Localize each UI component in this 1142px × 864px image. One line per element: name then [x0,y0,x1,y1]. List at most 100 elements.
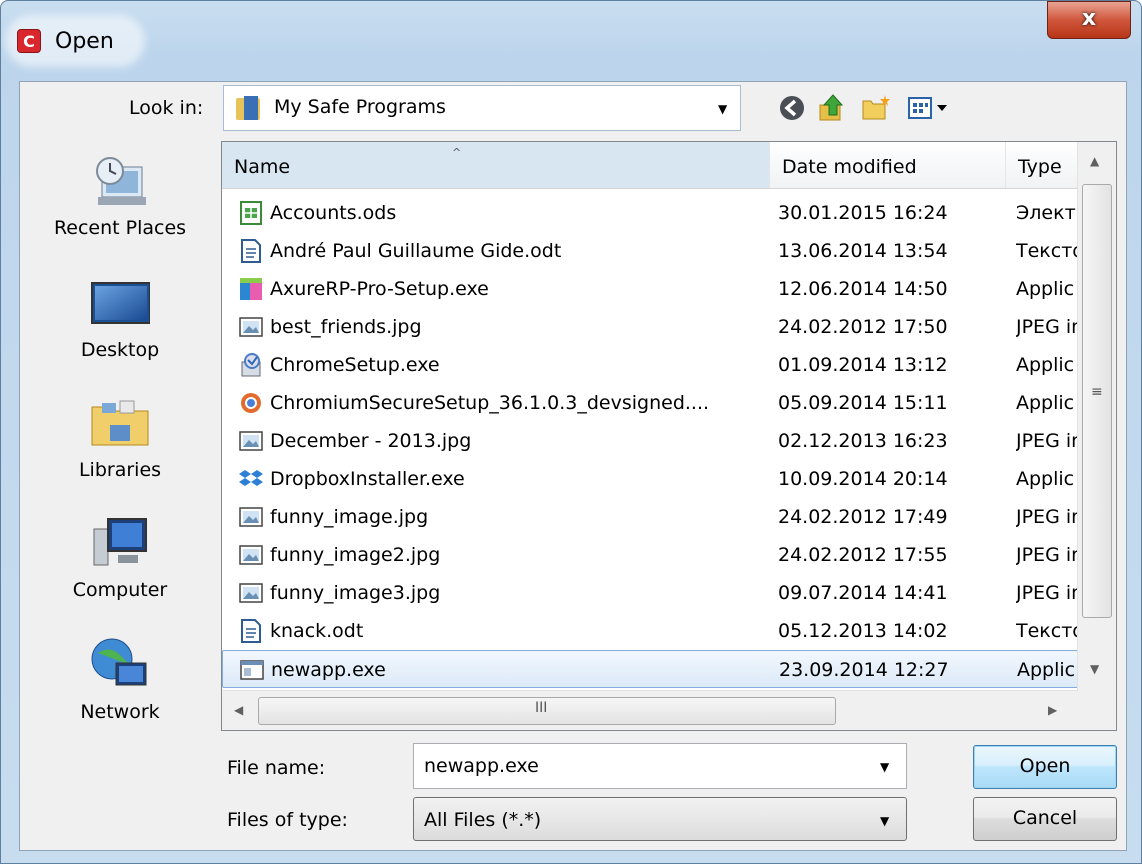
dropbox-icon [238,466,264,492]
file-row[interactable]: funny_image.jpg 24.02.2012 17:49 JPEG ir [222,498,1078,536]
chevron-down-icon[interactable]: ▼ [880,814,889,828]
file-row[interactable]: December - 2013.jpg 02.12.2013 16:23 JPEG … [222,422,1078,460]
file-date-cell: 23.09.2014 12:27 [779,659,949,681]
place-recent-places[interactable]: Recent Places [31,151,209,239]
file-name-cell: ChromiumSecureSetup_36.1.0.3_devsigned..… [270,392,710,414]
chevron-down-icon[interactable]: ▼ [718,102,727,116]
installer-icon [238,352,264,378]
file-date-cell: 24.02.2012 17:50 [778,316,948,338]
file-type-cell: JPEG ir [1016,582,1078,604]
look-in-combo[interactable]: My Safe Programs ▼ [223,85,741,131]
file-name-cell: newapp.exe [271,659,386,681]
window-title: Open [55,29,114,54]
column-date-header[interactable]: Date modified [770,142,1006,188]
scroll-corner [1078,690,1116,730]
grip-icon: III [535,700,548,716]
file-row[interactable]: DropboxInstaller.exe 10.09.2014 20:14 Appl… [222,460,1078,498]
folder-icon [236,96,262,120]
image-file-icon [238,314,264,340]
file-date-cell: 09.07.2014 14:41 [778,582,948,604]
libraries-icon [90,393,150,453]
file-date-cell: 24.02.2012 17:49 [778,506,948,528]
file-row[interactable]: Accounts.ods 30.01.2015 16:24 Электр [222,194,1078,232]
place-libraries[interactable]: Libraries [31,393,209,481]
spreadsheet-icon [238,200,264,226]
image-file-icon [238,428,264,454]
file-type-value: All Files (*.*) [424,809,542,831]
file-type-cell: Applic [1016,278,1075,300]
place-network[interactable]: Network [31,635,209,723]
scroll-right-icon[interactable]: ▶ [1048,703,1057,717]
scroll-up-icon[interactable]: ▲ [1090,154,1099,168]
file-row[interactable]: funny_image3.jpg 09.07.2014 14:41 JPEG ir [222,574,1078,612]
horizontal-scroll-thumb[interactable]: III [258,697,836,725]
scroll-left-icon[interactable]: ◀ [234,703,243,717]
application-icon [239,657,265,683]
place-label: Network [80,701,160,723]
file-name-cell: AxureRP-Pro-Setup.exe [270,278,489,300]
network-icon [90,635,150,695]
new-folder-icon[interactable] [861,93,891,123]
app-icon: C [17,29,41,53]
file-type-cell: Электр [1016,202,1078,224]
back-icon[interactable] [777,93,807,123]
place-label: Libraries [78,459,162,481]
file-row[interactable]: ChromeSetup.exe 01.09.2014 13:12 Applic [222,346,1078,384]
file-type-cell: JPEG ir [1016,544,1078,566]
file-name-cell: December - 2013.jpg [270,430,472,452]
chevron-down-icon[interactable]: ▼ [880,760,889,774]
view-menu-icon[interactable] [905,93,961,123]
file-date-cell: 10.09.2014 20:14 [778,468,948,490]
up-folder-icon[interactable] [817,93,847,123]
close-button[interactable]: x [1047,1,1131,39]
file-row[interactable]: ChromiumSecureSetup_36.1.0.3_devsigned..… [222,384,1078,422]
file-type-cell: Applic [1016,392,1075,414]
text-document-icon [238,618,264,644]
look-in-label: Look in: [129,97,204,119]
file-date-cell: 01.09.2014 13:12 [778,354,948,376]
file-row[interactable]: André Paul Guillaume Gide.odt 13.06.2014 … [222,232,1078,270]
horizontal-scrollbar[interactable]: ◀ III ▶ [222,690,1078,730]
desktop-icon [90,273,151,333]
computer-icon [90,513,150,573]
file-row[interactable]: AxureRP-Pro-Setup.exe 12.06.2014 14:50 App… [222,270,1078,308]
file-date-cell: 24.02.2012 17:55 [778,544,948,566]
grip-icon: ≡ [1091,384,1103,400]
file-name-field[interactable]: newapp.exe ▼ [413,743,907,789]
place-computer[interactable]: Computer [31,513,209,601]
axure-installer-icon [238,276,264,302]
place-label: Recent Places [53,217,187,239]
look-in-value: My Safe Programs [274,96,446,118]
places-bar: Recent Places Desktop Libraries Computer… [31,139,209,759]
file-row[interactable]: funny_image2.jpg 24.02.2012 17:55 JPEG ir [222,536,1078,574]
recent-places-icon [90,151,150,211]
file-name-cell: funny_image.jpg [270,506,429,528]
file-name-value: newapp.exe [424,755,539,777]
cancel-button[interactable]: Cancel [973,797,1117,841]
file-row[interactable]: best_friends.jpg 24.02.2012 17:50 JPEG ir [222,308,1078,346]
file-name-cell: André Paul Guillaume Gide.odt [270,240,562,262]
file-type-select[interactable]: All Files (*.*) ▼ [413,797,907,841]
file-list[interactable]: Name ^ Date modified Type Accounts.ods 30… [221,141,1117,731]
scroll-down-icon[interactable]: ▼ [1090,662,1099,676]
place-desktop[interactable]: Desktop [31,273,209,361]
file-name-cell: funny_image2.jpg [270,544,441,566]
file-row[interactable]: knack.odt 05.12.2013 14:02 Тексто [222,612,1078,650]
title-bar[interactable]: C Open x [1,1,1141,81]
vertical-scroll-thumb[interactable]: ≡ [1082,184,1112,618]
file-date-cell: 12.06.2014 14:50 [778,278,948,300]
place-label: Computer [72,579,168,601]
image-file-icon [238,580,264,606]
place-label: Desktop [80,339,160,361]
file-row-selected[interactable]: newapp.exe 23.09.2014 12:27 Applic [222,650,1078,688]
column-name-header[interactable]: Name [222,142,770,188]
file-date-cell: 05.12.2013 14:02 [778,620,948,642]
file-type-cell: JPEG ir [1016,506,1078,528]
column-type-header[interactable]: Type [1006,142,1078,188]
open-button[interactable]: Open [973,745,1117,789]
vertical-scrollbar[interactable]: ▲ ≡ ▼ [1077,142,1116,690]
file-type-cell: Тексто [1016,240,1078,262]
file-type-cell: JPEG ir [1016,316,1078,338]
image-file-icon [238,542,264,568]
file-name-cell: Accounts.ods [270,202,397,224]
